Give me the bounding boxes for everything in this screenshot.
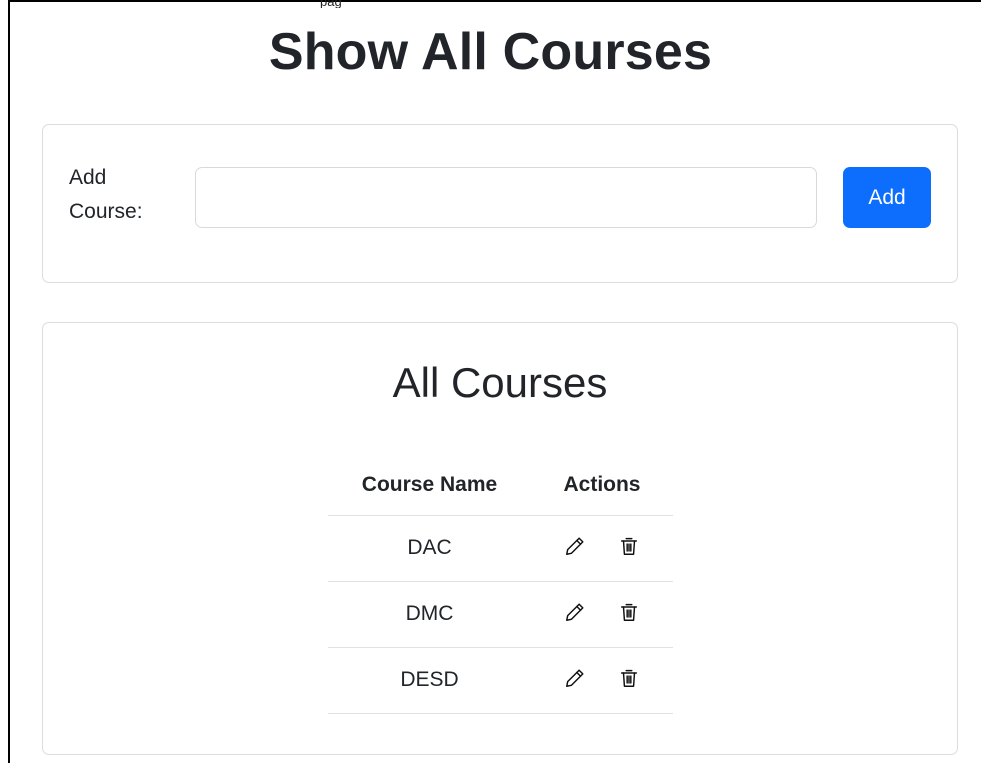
actions-cell — [531, 581, 673, 648]
edit-icon[interactable] — [562, 533, 588, 559]
row-actions — [562, 665, 642, 691]
actions-cell — [531, 515, 673, 582]
table-row: DESD — [328, 647, 673, 714]
column-header-course-name: Course Name — [328, 455, 531, 516]
delete-icon[interactable] — [616, 599, 642, 625]
table-header-row: Course Name Actions — [328, 455, 673, 516]
add-course-label-text: Add Course: — [69, 166, 143, 223]
table-row: DMC — [328, 581, 673, 648]
course-name-cell: DAC — [328, 515, 531, 582]
all-courses-title: All Courses — [392, 359, 608, 406]
courses-table: Course Name Actions DAC DMC DESD — [328, 455, 673, 714]
add-course-label: Add Course: — [69, 161, 159, 229]
course-name-cell: DMC — [328, 581, 531, 648]
column-header-actions: Actions — [531, 455, 673, 516]
tab-title-fragment: pag — [320, 0, 342, 8]
courses-table-body: DAC DMC DESD — [328, 515, 673, 714]
course-name-cell: DESD — [328, 647, 531, 714]
table-row: DAC — [328, 515, 673, 582]
edit-icon[interactable] — [562, 665, 588, 691]
row-actions — [562, 533, 642, 559]
edit-icon[interactable] — [562, 599, 588, 625]
page-title: Show All Courses — [268, 23, 713, 81]
all-courses-card: All Courses Course Name Actions DAC DMC … — [42, 322, 958, 755]
row-actions — [562, 599, 642, 625]
course-name-input[interactable] — [195, 167, 817, 228]
add-button[interactable]: Add — [843, 167, 931, 228]
delete-icon[interactable] — [616, 665, 642, 691]
add-course-card: Add Course: Add — [42, 124, 958, 283]
actions-cell — [531, 647, 673, 714]
delete-icon[interactable] — [616, 533, 642, 559]
